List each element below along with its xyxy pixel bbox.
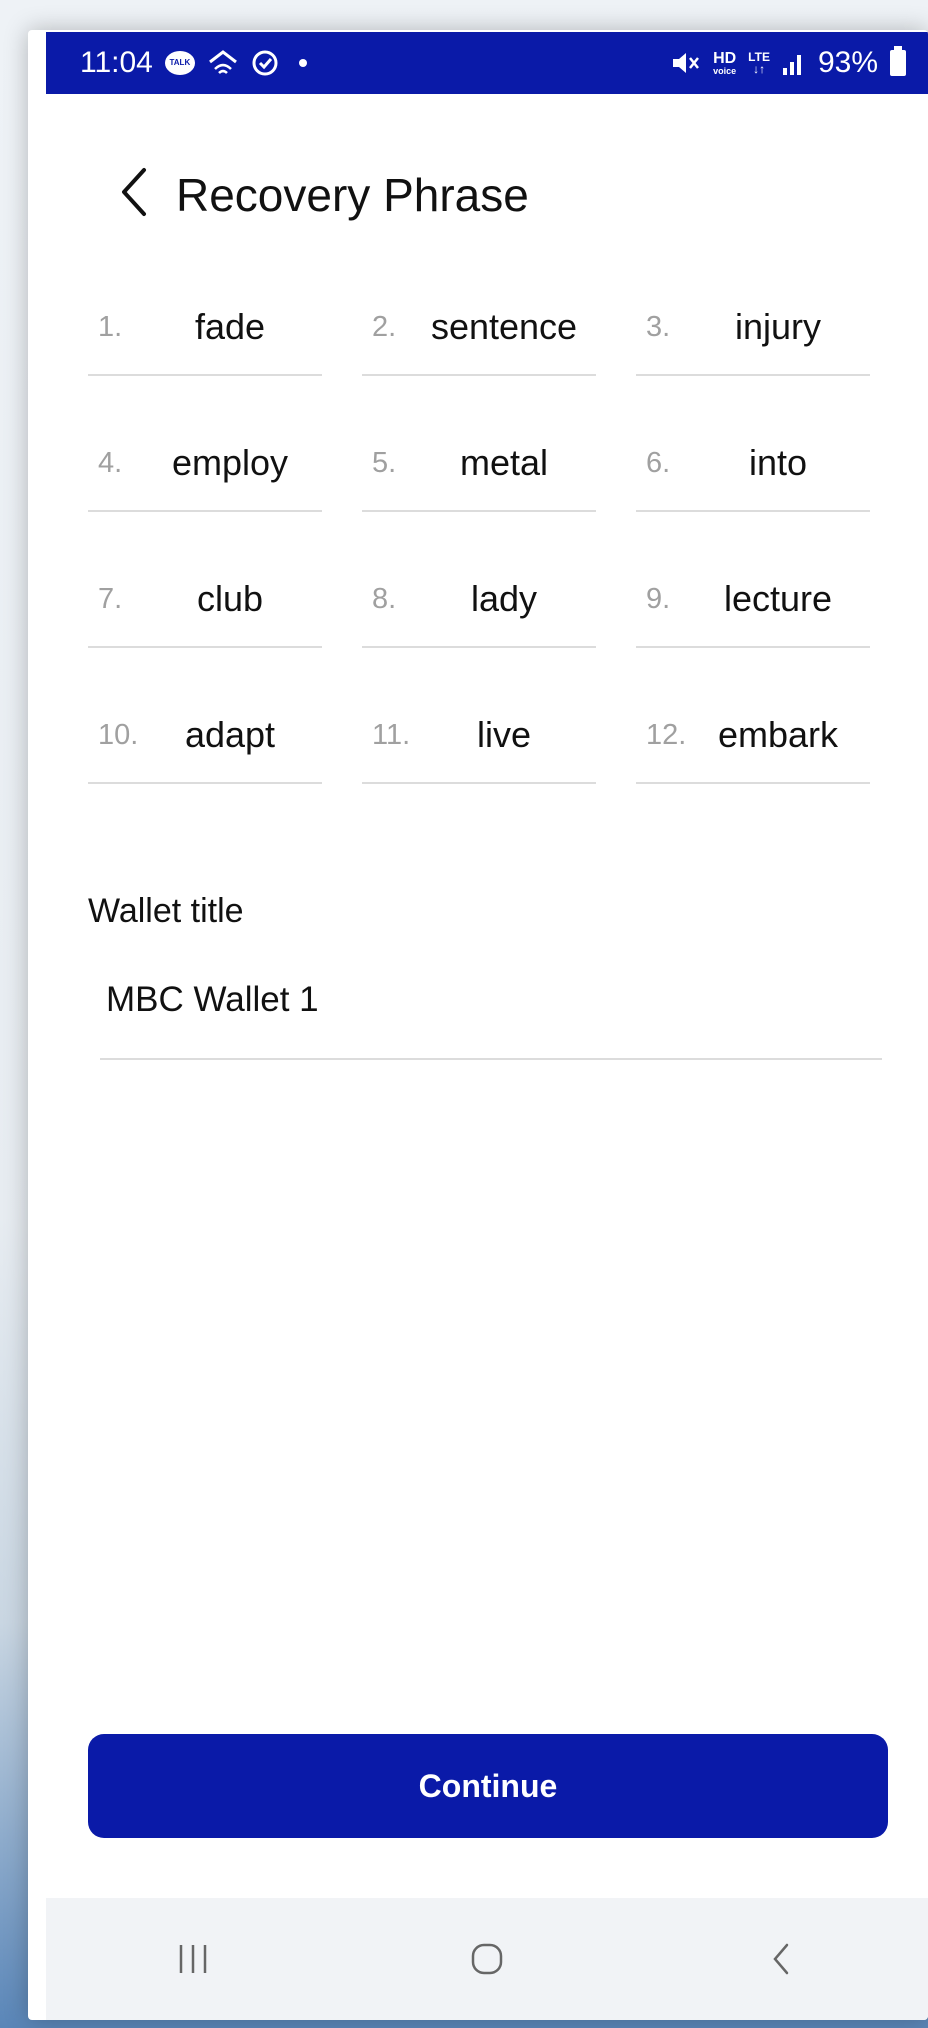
phrase-word-5: 5. metal bbox=[362, 416, 596, 512]
phrase-word-4: 4. employ bbox=[88, 416, 322, 512]
phrase-word: lady bbox=[470, 578, 538, 619]
phrase-index: 5. bbox=[372, 446, 397, 479]
phrase-index: 12. bbox=[646, 718, 687, 751]
phrase-index: 2. bbox=[372, 310, 397, 343]
phrase-index: 3. bbox=[646, 310, 671, 343]
phrase-word: employ bbox=[171, 442, 289, 483]
home-icon[interactable] bbox=[417, 1914, 557, 2004]
phrase-index: 8. bbox=[372, 582, 397, 615]
phrase-word-3: 3. injury bbox=[636, 280, 870, 376]
battery-icon bbox=[890, 46, 906, 76]
phrase-index: 11. bbox=[372, 718, 411, 751]
phrase-word: metal bbox=[459, 442, 549, 483]
hd-bottom: voice bbox=[713, 65, 737, 76]
phrase-word: adapt bbox=[184, 714, 276, 755]
status-left: 11:04 TALK bbox=[80, 46, 307, 80]
lte-icon: LTE ↓↑ bbox=[748, 51, 770, 75]
header: Recovery Phrase bbox=[118, 166, 529, 223]
phrase-word-7: 7. club bbox=[88, 552, 322, 648]
phrase-word: injury bbox=[734, 306, 822, 347]
phrase-word-1: 1. fade bbox=[88, 280, 322, 376]
recovery-phrase-grid: 1. fade 2. sentence 3. injury 4. employ 5. me… bbox=[88, 280, 918, 784]
phrase-word: fade bbox=[194, 306, 266, 347]
signal-icon bbox=[782, 50, 806, 76]
system-nav-bar bbox=[46, 1898, 928, 2020]
phrase-word: live bbox=[476, 714, 532, 755]
talk-icon: TALK bbox=[164, 51, 195, 75]
clock: 11:04 bbox=[80, 46, 153, 79]
phrase-word-10: 10. adapt bbox=[88, 688, 322, 784]
phrase-word: sentence bbox=[430, 306, 578, 347]
page-title: Recovery Phrase bbox=[176, 168, 529, 221]
status-right: HD voice LTE ↓↑ 93% bbox=[671, 46, 906, 80]
lte-bottom: ↓↑ bbox=[753, 62, 766, 76]
home-wifi-icon bbox=[207, 49, 239, 77]
back-icon[interactable] bbox=[711, 1914, 851, 2004]
phrase-index: 7. bbox=[98, 582, 123, 615]
phrase-word-12: 12. embark bbox=[636, 688, 870, 784]
chevron-left-icon[interactable] bbox=[118, 166, 150, 223]
phrase-index: 1. bbox=[98, 310, 123, 343]
phrase-word: embark bbox=[717, 714, 839, 755]
mute-icon bbox=[671, 50, 701, 76]
phone-screen: 11:04 TALK HD voice LTE ↓↑ 93% Recovery … bbox=[28, 30, 928, 2020]
phrase-word: into bbox=[748, 442, 808, 483]
hd-top: HD bbox=[713, 49, 737, 67]
phrase-index: 10. bbox=[98, 718, 139, 751]
phrase-word-2: 2. sentence bbox=[362, 280, 596, 376]
phrase-index: 4. bbox=[98, 446, 123, 479]
phrase-word-6: 6. into bbox=[636, 416, 870, 512]
phrase-word: lecture bbox=[723, 578, 833, 619]
location-icon bbox=[251, 49, 279, 77]
talk-icon-label: TALK bbox=[164, 51, 195, 75]
phrase-word-11: 11. live bbox=[362, 688, 596, 784]
phrase-word-8: 8. lady bbox=[362, 552, 596, 648]
hd-voice-icon: HD voice bbox=[713, 49, 737, 76]
phrase-index: 6. bbox=[646, 446, 671, 479]
continue-button[interactable]: Continue bbox=[88, 1734, 888, 1838]
wallet-title-label: Wallet title bbox=[88, 892, 244, 930]
wallet-title-field[interactable] bbox=[100, 970, 894, 1060]
battery-level: 93% bbox=[817, 46, 878, 79]
status-bar: 11:04 TALK HD voice LTE ↓↑ 93% bbox=[46, 32, 928, 94]
wallet-title-input[interactable] bbox=[100, 970, 894, 1030]
recent-apps-icon[interactable] bbox=[123, 1914, 263, 2004]
phrase-word: club bbox=[196, 578, 264, 619]
phrase-word-9: 9. lecture bbox=[636, 552, 870, 648]
dot-icon bbox=[298, 59, 307, 67]
phrase-index: 9. bbox=[646, 582, 671, 615]
